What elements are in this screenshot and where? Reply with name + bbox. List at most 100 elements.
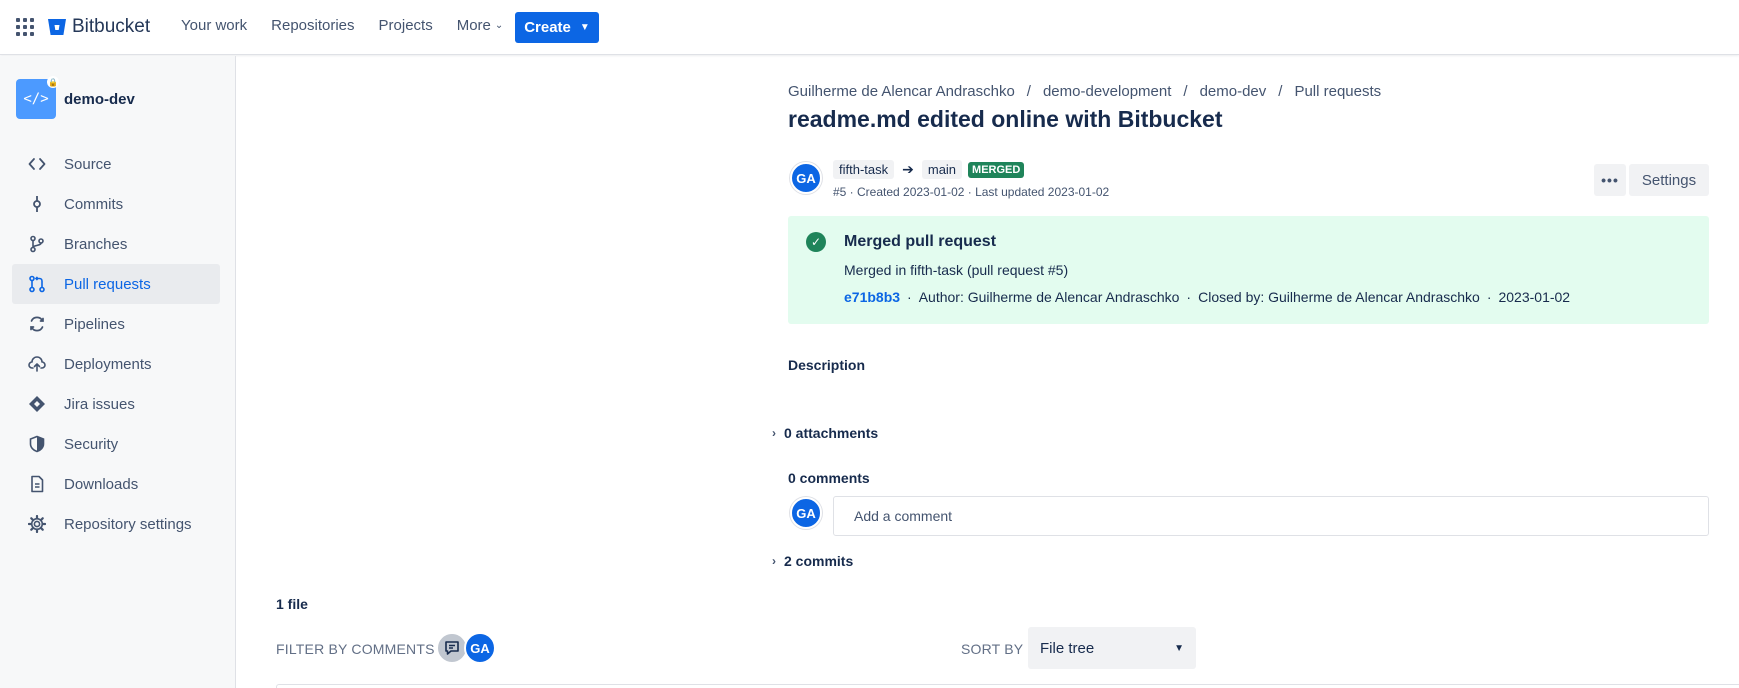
arrow-right-icon: ➔ [902,161,914,177]
shield-icon [26,435,48,453]
target-branch[interactable]: main [921,160,963,179]
sort-by-label: SORT BY [961,641,1024,657]
sidebar-item-label: Commits [64,195,124,213]
nav-label: Repositories [271,17,355,34]
sidebar-item-label: Deployments [64,355,152,373]
chevron-right-icon: › [772,554,776,568]
breadcrumb-separator: / [1183,83,1188,100]
merged-description: Merged in fifth-task (pull request #5) [844,262,1069,278]
pr-author-avatar-wrap: GA [790,162,822,194]
merged-closed-by: Closed by: Guilherme de Alencar Andrasch… [1198,289,1480,305]
commits-toggle[interactable]: › 2 commits [772,553,853,569]
merged-info: e71b8b3 · Author: Guilherme de Alencar A… [844,289,1570,305]
breadcrumb-separator: / [1278,83,1283,100]
avatar-filter[interactable]: GA [464,632,496,664]
lock-icon: 🔒 [47,76,59,88]
branches-icon [26,235,48,253]
breadcrumb-project[interactable]: demo-development [1043,83,1171,100]
sort-select-value: File tree [1040,639,1095,657]
status-badge: MERGED [968,161,1025,178]
sidebar-item-branches[interactable]: Branches [12,224,220,264]
commits-label: 2 commits [784,553,854,569]
pr-branches: fifth-task ➔ main MERGED [833,160,1025,179]
separator-dot: · [1186,289,1192,305]
separator-dot: · [907,289,912,305]
sidebar-item-label: Security [64,435,119,453]
description-heading: Description [788,357,866,373]
pr-meta-line: #5 · Created 2023-01-02 · Last updated 2… [833,185,1110,199]
nav-repositories[interactable]: Repositories [271,17,354,34]
breadcrumb-workspace[interactable]: Guilherme de Alencar Andraschko [788,83,1015,100]
sort-select[interactable]: File tree ▼ [1028,627,1196,669]
deployments-icon [26,355,48,373]
file-list-container [276,684,1739,688]
sidebar-item-label: Repository settings [64,515,192,533]
nav-projects[interactable]: Projects [379,17,433,34]
merged-title: Merged pull request [844,233,997,250]
sidebar-item-pipelines[interactable]: Pipelines [12,304,220,344]
gear-icon [26,515,48,533]
nav-label: More [456,17,491,34]
attachments-toggle[interactable]: › 0 attachments [772,425,878,441]
breadcrumb-repo[interactable]: demo-dev [1200,83,1267,100]
sidebar-item-pull-requests[interactable]: Pull requests [12,264,220,304]
check-circle-icon: ✓ [806,232,826,252]
sidebar-item-source[interactable]: Source [12,144,220,184]
pipelines-icon [26,315,48,333]
nav-label: Your work [181,17,248,34]
page-title: readme.md edited online with Bitbucket [788,106,1223,132]
merged-panel: ✓ Merged pull request Merged in fifth-ta… [788,216,1709,324]
comments-heading: 0 comments [788,470,870,486]
merged-date: 2023-01-02 [1498,289,1571,305]
sidebar: </> 🔒 demo-dev Source Commits Branches P… [0,56,236,688]
chevron-down-icon: ▼ [579,22,590,33]
create-button-label: Create [524,19,571,36]
sidebar-item-deployments[interactable]: Deployments [12,344,220,384]
avatar: GA [790,497,822,529]
product-name: Bitbucket [72,16,151,37]
source-icon [26,155,48,173]
sidebar-item-label: Downloads [64,475,139,493]
merged-author: Author: Guilherme de Alencar Andraschko [918,289,1180,305]
document-icon [26,475,48,493]
avatar[interactable]: GA [790,162,822,194]
filter-by-comments-label: FILTER BY COMMENTS [276,641,435,657]
repo-avatar: </> 🔒 [16,76,59,119]
bitbucket-logo[interactable]: Bitbucket [47,16,150,38]
sidebar-item-label: Jira issues [64,395,135,413]
settings-button[interactable]: Settings [1629,164,1709,196]
more-actions-button[interactable]: ••• [1594,164,1626,196]
top-nav: Your work Repositories Projects More ⌄ [181,17,527,34]
add-comment-input[interactable]: Add a comment [833,496,1709,536]
sidebar-nav: Source Commits Branches Pull requests Pi… [12,144,220,544]
source-branch[interactable]: fifth-task [833,160,895,179]
attachments-label: 0 attachments [784,425,879,441]
chevron-down-icon: ▼ [1174,642,1184,654]
nav-label: Projects [378,17,433,34]
breadcrumb-separator: / [1026,83,1031,100]
breadcrumb-pull-requests[interactable]: Pull requests [1294,83,1381,100]
chevron-right-icon: › [772,426,776,440]
sidebar-item-label: Branches [64,235,128,253]
jira-icon [26,395,48,413]
nav-your-work[interactable]: Your work [181,17,247,34]
pull-requests-icon [26,275,48,293]
separator-dot: · [1486,289,1492,305]
repo-name: demo-dev [64,90,135,108]
sidebar-item-security[interactable]: Security [12,424,220,464]
comment-avatar-wrap: GA [790,497,822,529]
comment-filters: GA [436,632,496,664]
commit-hash-link[interactable]: e71b8b3 [844,289,900,305]
repo-header[interactable]: </> 🔒 demo-dev [16,76,135,119]
sidebar-item-commits[interactable]: Commits [12,184,220,224]
top-navigation-bar: Bitbucket Your work Repositories Project… [0,0,1739,55]
app-switcher-icon[interactable] [16,18,34,36]
breadcrumb: Guilherme de Alencar Andraschko / demo-d… [788,83,1381,100]
sidebar-item-repository-settings[interactable]: Repository settings [12,504,220,544]
sidebar-item-jira-issues[interactable]: Jira issues [12,384,220,424]
sidebar-item-downloads[interactable]: Downloads [12,464,220,504]
create-button[interactable]: Create ▼ [515,12,599,43]
sidebar-item-label: Source [64,155,112,173]
nav-more[interactable]: More ⌄ [457,17,504,34]
bitbucket-icon [48,19,66,35]
